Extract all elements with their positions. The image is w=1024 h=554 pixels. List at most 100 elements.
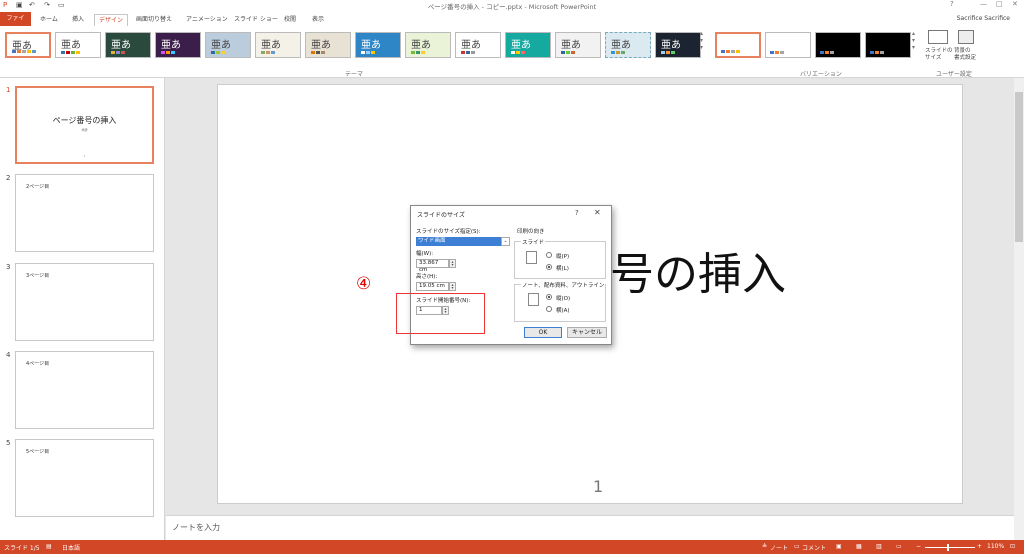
theme-6[interactable]: 亜あ: [255, 32, 301, 58]
notes-landscape-label: 横(A): [556, 308, 570, 314]
slide-group-label: スライド: [521, 238, 546, 246]
fit-slide-icon[interactable]: ⊡: [1010, 543, 1015, 550]
minimize-button[interactable]: —: [980, 0, 987, 8]
slide-number: 3: [6, 263, 11, 271]
format-background-button[interactable]: 背景の 書式設定: [954, 48, 976, 62]
theme-2[interactable]: 亜あ: [55, 32, 101, 58]
ribbon-tabs: ファイル ホーム 挿入 デザイン 画面切り替え アニメーション スライド ショー…: [0, 12, 1024, 36]
vertical-scrollbar[interactable]: [1014, 78, 1024, 540]
theme-5[interactable]: 亜あ: [205, 32, 251, 58]
tab-transitions[interactable]: 画面切り替え: [132, 14, 176, 26]
size-label: スライドのサイズ指定(S):: [416, 229, 481, 235]
zoom-level[interactable]: 110%: [987, 543, 1004, 550]
notes-icon[interactable]: ≙: [762, 543, 767, 550]
title-bar: P ▣ ↶ ↷ ▭ ページ番号の挿入 - コピー.pptx - Microsof…: [0, 0, 1024, 12]
theme-4[interactable]: 亜あ: [155, 32, 201, 58]
language-label[interactable]: 日本語: [62, 543, 80, 552]
notes-portrait-label: 縦(O): [556, 296, 571, 302]
tab-review[interactable]: 校閲: [280, 14, 300, 26]
highlight-box: [396, 293, 485, 334]
height-field[interactable]: 19.05 cm: [416, 282, 449, 291]
notes-toggle[interactable]: ノート: [770, 543, 788, 552]
zoom-slider[interactable]: [925, 547, 975, 548]
theme-10[interactable]: 亜あ: [455, 32, 501, 58]
notes-pane[interactable]: ノートを入力: [166, 515, 1014, 540]
theme-8[interactable]: 亜あ: [355, 32, 401, 58]
zoom-in-icon[interactable]: +: [977, 543, 982, 550]
cancel-button[interactable]: キャンセル: [567, 327, 607, 338]
tab-home[interactable]: ホーム: [36, 14, 62, 26]
comment-icon[interactable]: ▭: [794, 543, 800, 550]
theme-7[interactable]: 亜あ: [305, 32, 351, 58]
reading-view-icon[interactable]: ▥: [876, 543, 882, 550]
window-title: ページ番号の挿入 - コピー.pptx - Microsoft PowerPoi…: [427, 3, 597, 11]
zoom-out-icon[interactable]: −: [916, 543, 921, 550]
spellcheck-icon[interactable]: ▤: [46, 543, 52, 550]
theme-office[interactable]: 亜あ: [5, 32, 51, 58]
variation-1[interactable]: [715, 32, 761, 58]
notes-placeholder: ノートを入力: [172, 523, 220, 532]
slide-thumbnail-1[interactable]: ページ番号の挿入 学研 1: [15, 86, 154, 164]
landscape-radio[interactable]: [546, 264, 552, 270]
variation-4[interactable]: [865, 32, 911, 58]
slide-number: 2: [6, 174, 11, 182]
ribbon: 亜あ 亜あ 亜あ 亜あ 亜あ 亜あ 亜あ 亜あ 亜あ 亜あ 亜あ 亜あ 亜あ 亜…: [0, 26, 1024, 78]
theme-13[interactable]: 亜あ: [605, 32, 651, 58]
slide-thumbnail-5[interactable]: 5ページ目: [15, 439, 154, 517]
slide-number: 4: [6, 351, 11, 359]
slide-sorter-icon[interactable]: ▦: [856, 543, 862, 550]
height-label: 高さ(H):: [416, 274, 438, 280]
slide-title-text[interactable]: 号の挿入: [610, 238, 786, 302]
tab-file[interactable]: ファイル: [0, 12, 31, 36]
theme-12[interactable]: 亜あ: [555, 32, 601, 58]
theme-9[interactable]: 亜あ: [405, 32, 451, 58]
slideshow-view-icon[interactable]: ▭: [896, 543, 902, 550]
slide-size-button[interactable]: スライドの サイズ: [925, 48, 953, 62]
dialog-help-button[interactable]: ?: [575, 209, 579, 217]
maximize-button[interactable]: □: [996, 0, 1003, 8]
ok-button[interactable]: OK: [524, 327, 562, 338]
variation-3[interactable]: [815, 32, 861, 58]
close-button[interactable]: ✕: [1012, 0, 1018, 8]
chevron-down-icon[interactable]: ⌄: [501, 237, 510, 246]
comments-toggle[interactable]: コメント: [802, 543, 826, 552]
portrait-radio[interactable]: [546, 252, 552, 258]
tab-view[interactable]: 表示: [308, 14, 328, 26]
theme-14[interactable]: 亜あ: [655, 32, 701, 58]
scrollbar-thumb[interactable]: [1015, 92, 1023, 242]
tab-design[interactable]: デザイン: [94, 14, 129, 26]
group-user-label: ユーザー設定: [936, 71, 972, 78]
dialog-close-button[interactable]: ✕: [594, 208, 601, 217]
tab-insert[interactable]: 挿入: [68, 14, 88, 26]
slide-thumbnail-2[interactable]: 2ページ目: [15, 174, 154, 252]
notes-portrait-radio[interactable]: [546, 294, 552, 300]
tab-slideshow[interactable]: スライド ショー: [230, 14, 282, 26]
height-spinner[interactable]: ▴ ▾: [449, 282, 456, 291]
theme-scroll-icon[interactable]: ▴ ▾ ▾: [700, 30, 703, 51]
tab-animations[interactable]: アニメーション: [182, 14, 232, 26]
format-background-icon[interactable]: [958, 30, 974, 44]
slide-thumbnail-4[interactable]: 4ページ目: [15, 351, 154, 429]
help-button[interactable]: ?: [950, 0, 954, 8]
dialog-title: スライドのサイズ: [417, 212, 465, 219]
variation-scroll-icon[interactable]: ▴ ▾ ▾: [912, 30, 915, 51]
thumb-page: 1: [83, 154, 86, 158]
slide-thumbnail-3[interactable]: 3ページ目: [15, 263, 154, 341]
user-name[interactable]: Sacrifice Sacrifice: [957, 15, 1010, 22]
width-field[interactable]: 33.867 cm: [416, 259, 449, 273]
normal-view-icon[interactable]: ▣: [836, 543, 842, 550]
orientation-label: 印刷の向き: [517, 229, 545, 235]
notes-landscape-radio[interactable]: [546, 306, 552, 312]
thumb-title: 2ページ目: [26, 184, 50, 190]
theme-3[interactable]: 亜あ: [105, 32, 151, 58]
thumb-title: ページ番号の挿入: [52, 116, 117, 125]
slide-counter: スライド 1/5: [4, 545, 40, 552]
variation-2[interactable]: [765, 32, 811, 58]
size-select[interactable]: ワイド画面: [416, 237, 501, 246]
zoom-slider-thumb[interactable]: [947, 544, 949, 551]
thumb-title: 3ページ目: [26, 273, 50, 279]
theme-11[interactable]: 亜あ: [505, 32, 551, 58]
slide-size-icon[interactable]: [928, 30, 948, 44]
slide-page-number[interactable]: 1: [593, 477, 603, 496]
width-spinner[interactable]: ▴ ▾: [449, 259, 456, 268]
